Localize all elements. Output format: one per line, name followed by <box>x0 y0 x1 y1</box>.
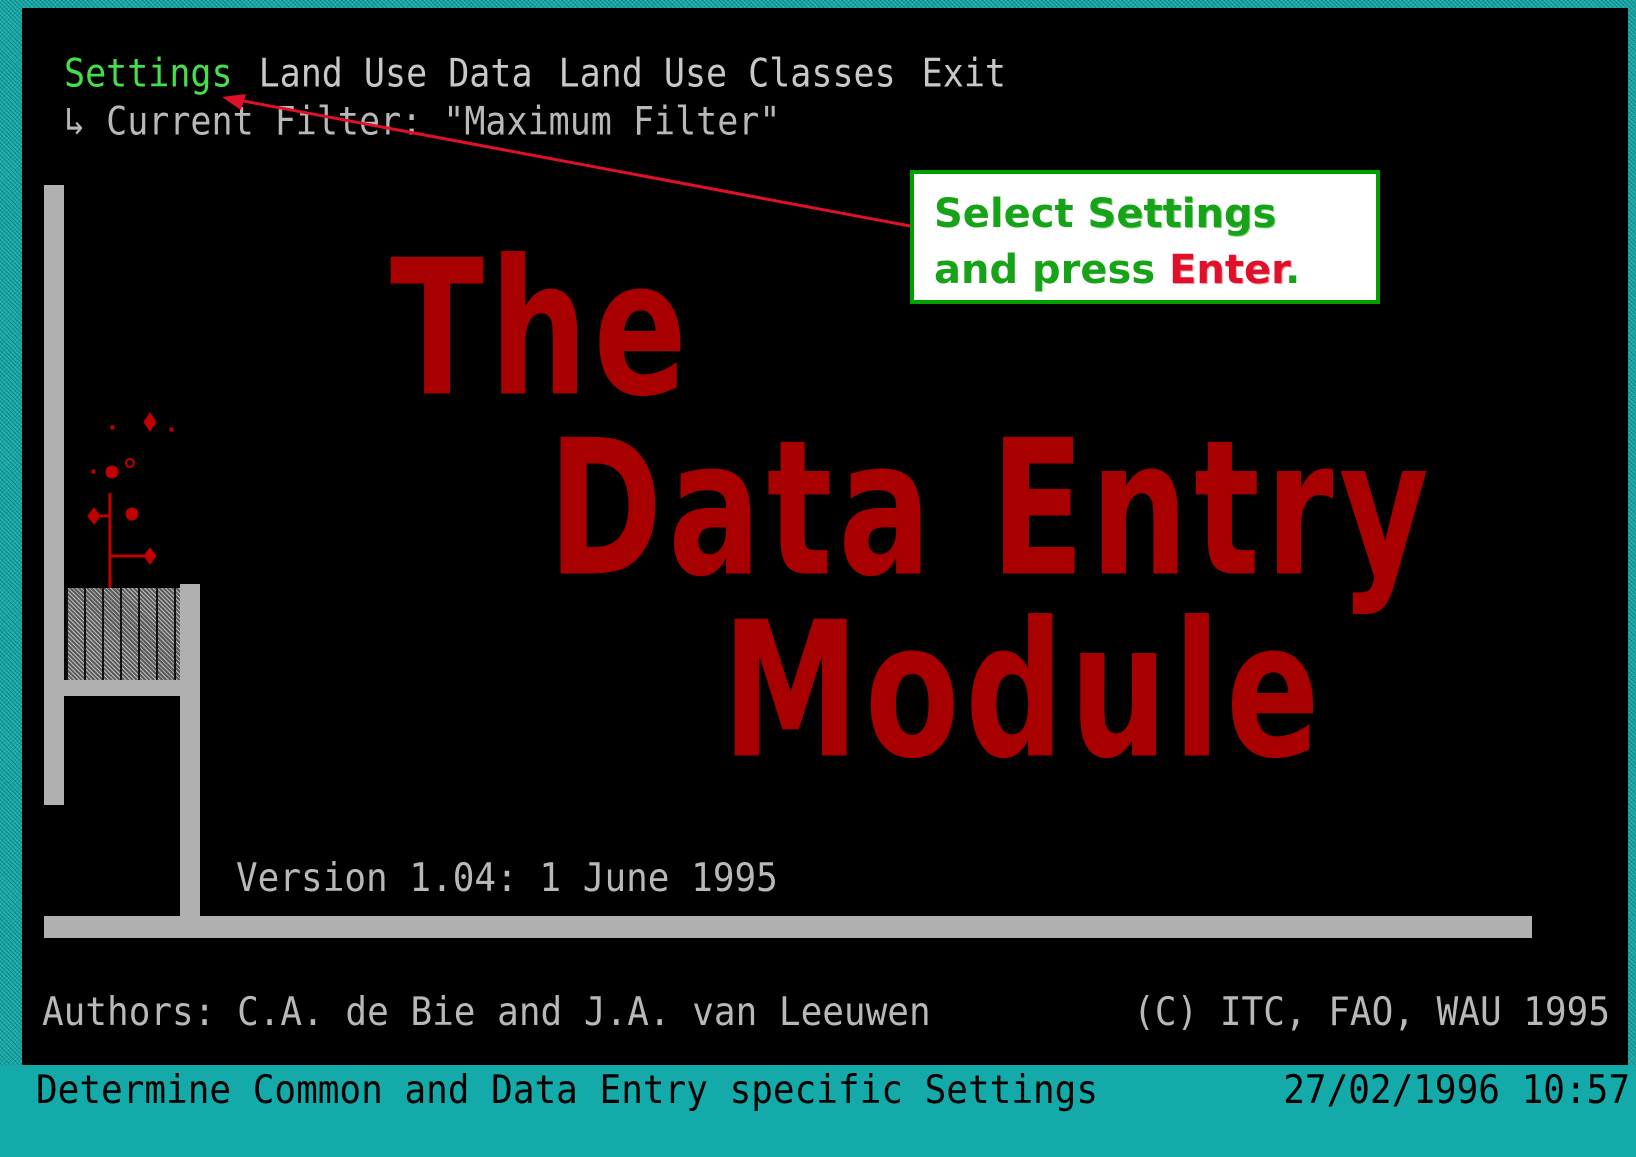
frame-bottom-bar <box>44 916 1532 938</box>
callout-text-3: . <box>1285 247 1301 293</box>
frame-left-bar <box>44 185 64 805</box>
status-message: Determine Common and Data Entry specific… <box>36 1068 1099 1114</box>
instruction-callout: Select Settings and press Enter. <box>910 170 1380 304</box>
version-text: Version 1.04: 1 June 1995 <box>236 856 778 902</box>
title-data-entry: Data Entry <box>548 401 1435 619</box>
title-module: Module <box>722 583 1326 801</box>
callout-keyword-settings: Settings <box>1087 191 1277 237</box>
status-datetime: 27/02/1996 10:57 <box>1283 1068 1630 1114</box>
callout-keyword-enter: Enter <box>1169 247 1286 293</box>
menu-item-exit[interactable]: Exit <box>922 52 1006 106</box>
frame-post <box>180 584 200 924</box>
callout-text-2: and press <box>934 247 1170 293</box>
menu-item-land-use-classes[interactable]: Land Use Classes <box>559 52 896 106</box>
menu-item-settings[interactable]: Settings <box>64 52 233 106</box>
title-the: The <box>390 221 693 439</box>
current-filter-text: ↳ Current Filter: "Maximum Filter" <box>64 100 781 145</box>
copyright-text: (C) ITC, FAO, WAU 1995 <box>1133 990 1610 1036</box>
menu-bar: Settings Land Use Data Land Use Classes … <box>64 52 1006 100</box>
dos-screen: Settings Land Use Data Land Use Classes … <box>22 8 1628 1108</box>
plant-pot <box>66 588 180 680</box>
callout-text-1: Select <box>934 191 1088 237</box>
plant-icon <box>87 412 174 588</box>
authors-text: Authors: C.A. de Bie and J.A. van Leeuwe… <box>42 990 931 1036</box>
menu-item-land-use-data[interactable]: Land Use Data <box>259 52 533 106</box>
